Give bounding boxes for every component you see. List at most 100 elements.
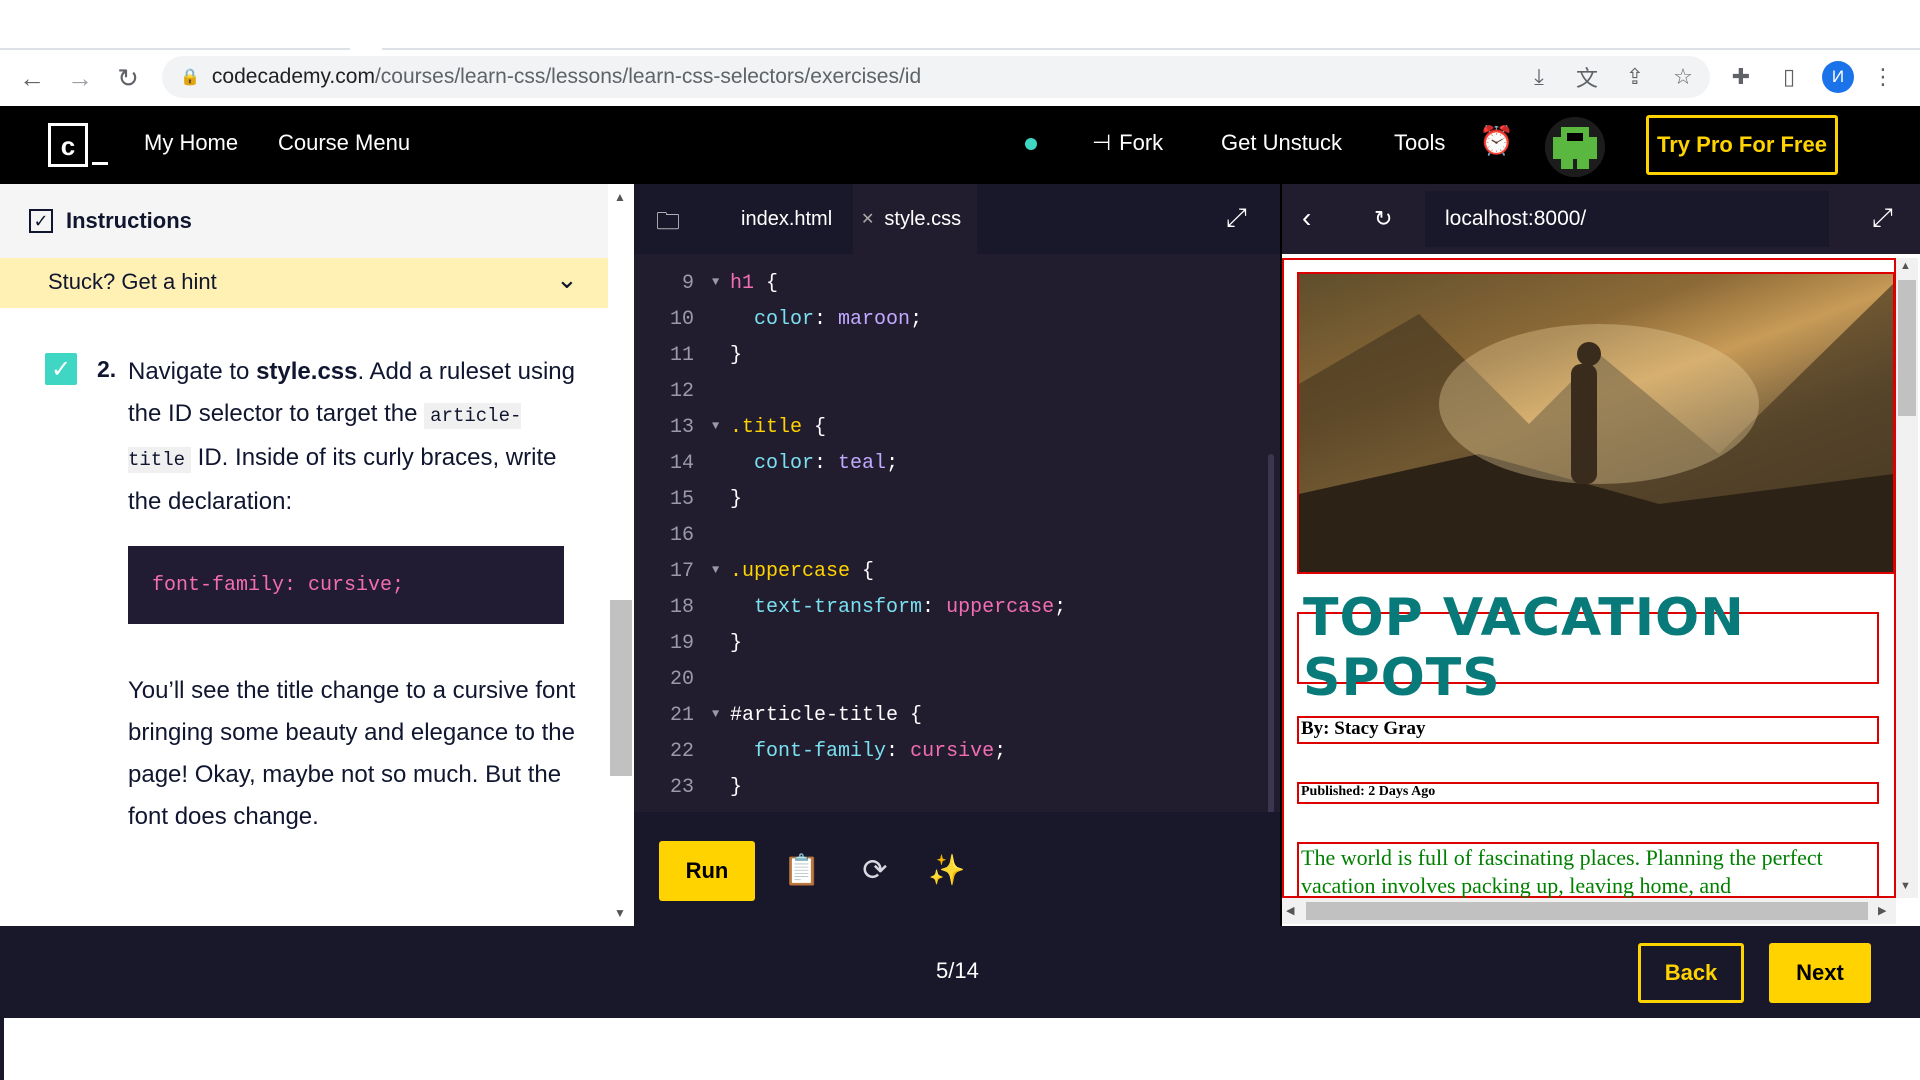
preview-horizontal-thumb[interactable] (1306, 902, 1868, 920)
copy-to-clipboard-icon[interactable]: 📋 (780, 848, 824, 892)
instructions-scrollbar[interactable] (608, 184, 634, 926)
task-complete-checkbox[interactable]: ✓ (45, 353, 77, 385)
user-avatar[interactable] (1545, 117, 1605, 177)
lock-icon: 🔒 (180, 69, 200, 86)
line-number: 19 (669, 632, 694, 655)
back-button[interactable]: Back (1638, 943, 1744, 1003)
browser-tab-strip (0, 0, 1920, 52)
address-bar[interactable]: 🔒 codecademy.com/courses/learn-css/lesso… (162, 56, 1710, 98)
fork-icon: ⊣ (1092, 130, 1112, 155)
instructions-checkbox-icon: ✓ (29, 209, 53, 233)
instructions-scroll-thumb[interactable] (610, 600, 632, 776)
share-icon[interactable]: ⇪ (1618, 60, 1652, 94)
expand-editor-icon[interactable]: ⤢ (1226, 202, 1247, 234)
declaration-code-block: font-family: cursive; (128, 546, 564, 624)
article-byline: By: Stacy Gray (1297, 716, 1879, 744)
code-token: uppercase (946, 596, 1055, 619)
close-tab-icon[interactable]: ✕ (861, 209, 874, 229)
try-pro-button[interactable]: Try Pro For Free (1646, 115, 1838, 175)
preview-vertical-thumb[interactable] (1898, 280, 1916, 416)
alarm-clock-icon[interactable]: ⏰ (1479, 124, 1514, 157)
step-filename: style.css (256, 358, 358, 385)
line-number: 15 (669, 488, 694, 511)
back-arrow-icon[interactable]: ← (14, 60, 50, 96)
folder-icon[interactable]: 🗀 (656, 204, 680, 245)
preview-url-field[interactable]: localhost:8000/ (1425, 191, 1829, 247)
step-text-1: Navigate to (128, 358, 257, 385)
step-explanation: You’ll see the title change to a cursive… (128, 677, 576, 830)
run-button[interactable]: Run (659, 841, 755, 901)
code-token: ; (886, 452, 899, 475)
line-number: 9 (681, 272, 694, 295)
code-token: } (730, 488, 743, 511)
active-tab[interactable] (350, 0, 382, 52)
code-token: .title (730, 416, 803, 439)
tab-style-css[interactable]: ✕ style.css (853, 184, 977, 254)
line-number: 12 (669, 380, 694, 403)
code-token: color (754, 308, 815, 331)
code-line: } (730, 344, 742, 367)
fold-arrow-icon[interactable]: ▼ (712, 707, 719, 721)
nav-course-menu[interactable]: Course Menu (278, 130, 410, 156)
extensions-icon[interactable]: ✚ (1724, 60, 1758, 94)
hint-toggle[interactable]: Stuck? Get a hint ⌄ (0, 258, 608, 308)
format-code-icon[interactable]: ✨ (925, 848, 969, 892)
line-number: 17 (669, 560, 694, 583)
fold-arrow-icon[interactable]: ▼ (712, 275, 719, 289)
code-token: ; (910, 308, 923, 331)
side-panel-icon[interactable]: ▯ (1772, 60, 1806, 94)
install-icon[interactable]: ⤓ (1522, 60, 1556, 94)
tab-index-html[interactable]: index.html (741, 184, 832, 254)
logo-underscore (92, 162, 108, 165)
reset-code-icon[interactable]: ⟳ (853, 848, 897, 892)
profile-avatar[interactable]: И (1822, 61, 1854, 93)
scroll-down-arrow-icon[interactable]: ▼ (614, 906, 626, 920)
step-number: 2. (97, 356, 117, 382)
more-menu-icon[interactable]: ⋮ (1866, 60, 1900, 94)
nav-my-home[interactable]: My Home (144, 130, 238, 156)
expand-preview-icon[interactable]: ⤢ (1872, 202, 1893, 234)
codecademy-logo[interactable]: c (48, 123, 88, 167)
bookmark-star-icon[interactable]: ☆ (1666, 60, 1700, 94)
code-token: cursive (910, 740, 995, 763)
line-number: 16 (669, 524, 694, 547)
code-line: } (730, 488, 742, 511)
code-token: ; (994, 740, 1007, 763)
code-token: ; (1054, 596, 1067, 619)
article-title: TOP VACATION SPOTS (1297, 588, 1879, 708)
preview-back-icon[interactable]: ‹ (1302, 202, 1311, 234)
get-unstuck-button[interactable]: Get Unstuck (1221, 130, 1342, 156)
code-token: teal (838, 452, 887, 475)
preview-refresh-icon[interactable]: ↻ (1374, 206, 1392, 232)
forward-arrow-icon[interactable]: → (62, 60, 98, 96)
next-button[interactable]: Next (1769, 943, 1871, 1003)
checkmark-icon: ✓ (50, 355, 72, 383)
code-token: } (730, 344, 743, 367)
line-number: 11 (669, 344, 694, 367)
code-line: } (730, 776, 742, 799)
code-token: : (814, 452, 839, 475)
fold-arrow-icon[interactable]: ▼ (712, 563, 719, 577)
code-line: color: teal; (730, 452, 898, 475)
preview-scroll-left-icon[interactable]: ◀ (1286, 904, 1294, 917)
step-text: Navigate to style.css. Add a ruleset usi… (128, 351, 578, 523)
reload-icon[interactable]: ↻ (110, 60, 146, 96)
preview-scroll-down-icon[interactable]: ▼ (1900, 880, 1911, 892)
code-token: : (814, 308, 839, 331)
preview-scroll-right-icon[interactable]: ▶ (1878, 904, 1886, 917)
line-number: 14 (669, 452, 694, 475)
scroll-up-arrow-icon[interactable]: ▲ (614, 190, 626, 204)
editor-scroll-thumb[interactable] (1268, 454, 1274, 814)
tab-style-css-label: style.css (884, 207, 962, 230)
hiker-mountain-photo (1297, 272, 1895, 574)
fork-button[interactable]: ⊣ Fork (1092, 130, 1163, 156)
code-token: #article-title (730, 704, 899, 727)
translate-icon[interactable]: 文 (1570, 60, 1604, 94)
fold-arrow-icon[interactable]: ▼ (712, 419, 719, 433)
preview-scroll-up-icon[interactable]: ▲ (1900, 260, 1911, 272)
tools-button[interactable]: Tools (1394, 130, 1445, 156)
code-area[interactable]: 9 ▼ h1 {10 color: maroon; 11} 12 13 ▼ .title {1… (634, 272, 1280, 812)
